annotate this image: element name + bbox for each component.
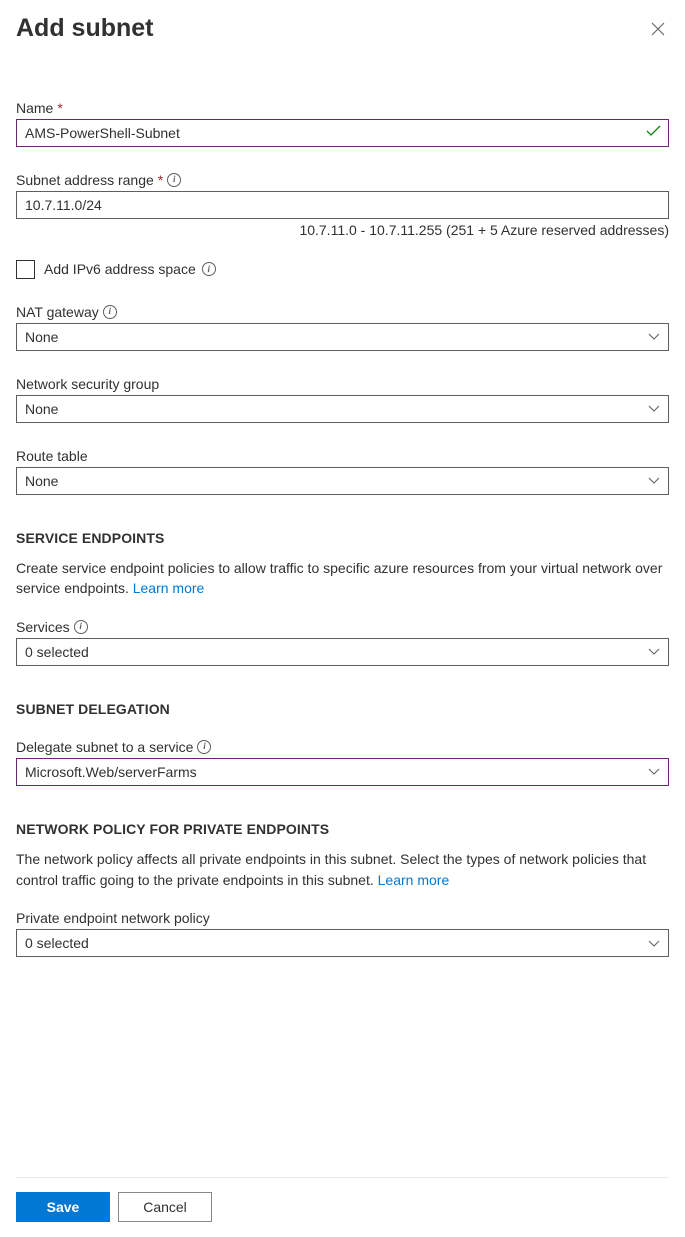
info-icon[interactable]: i [103,305,117,319]
required-indicator: * [57,100,62,116]
info-icon[interactable]: i [167,173,181,187]
subnet-range-hint: 10.7.11.0 - 10.7.11.255 (251 + 5 Azure r… [16,222,669,238]
chevron-down-icon [648,333,660,340]
info-icon[interactable]: i [74,620,88,634]
ipv6-checkbox[interactable] [16,260,35,279]
nsg-select[interactable]: None [16,395,669,423]
chevron-down-icon [648,940,660,947]
cancel-button[interactable]: Cancel [118,1192,212,1222]
required-indicator: * [158,172,163,188]
name-label: Name * [16,100,669,116]
nat-gateway-label: NAT gateway i [16,304,669,320]
close-icon [651,22,665,36]
ipv6-checkbox-label: Add IPv6 address space i [44,261,216,277]
private-endpoint-policy-select[interactable]: 0 selected [16,929,669,957]
chevron-down-icon [648,768,660,775]
chevron-down-icon [648,405,660,412]
services-select[interactable]: 0 selected [16,638,669,666]
delegate-select[interactable]: Microsoft.Web/serverFarms [16,758,669,786]
page-title: Add subnet [16,12,154,45]
services-label: Services i [16,619,669,635]
info-icon[interactable]: i [197,740,211,754]
network-policy-header: NETWORK POLICY FOR PRIVATE ENDPOINTS [16,821,669,837]
info-icon[interactable]: i [202,262,216,276]
route-table-label: Route table [16,448,669,464]
private-endpoint-policy-label: Private endpoint network policy [16,910,669,926]
nat-gateway-select[interactable]: None [16,323,669,351]
delegate-label: Delegate subnet to a service i [16,739,669,755]
service-endpoints-header: SERVICE ENDPOINTS [16,530,669,546]
subnet-range-label: Subnet address range * i [16,172,669,188]
chevron-down-icon [648,477,660,484]
chevron-down-icon [648,648,660,655]
network-policy-description: The network policy affects all private e… [16,849,669,890]
subnet-range-input[interactable] [16,191,669,219]
name-input[interactable] [16,119,669,147]
learn-more-link[interactable]: Learn more [378,872,450,888]
nsg-label: Network security group [16,376,669,392]
save-button[interactable]: Save [16,1192,110,1222]
subnet-delegation-header: SUBNET DELEGATION [16,701,669,717]
learn-more-link[interactable]: Learn more [133,580,205,596]
service-endpoints-description: Create service endpoint policies to allo… [16,558,669,599]
route-table-select[interactable]: None [16,467,669,495]
check-icon [646,124,661,142]
close-button[interactable] [647,18,669,44]
